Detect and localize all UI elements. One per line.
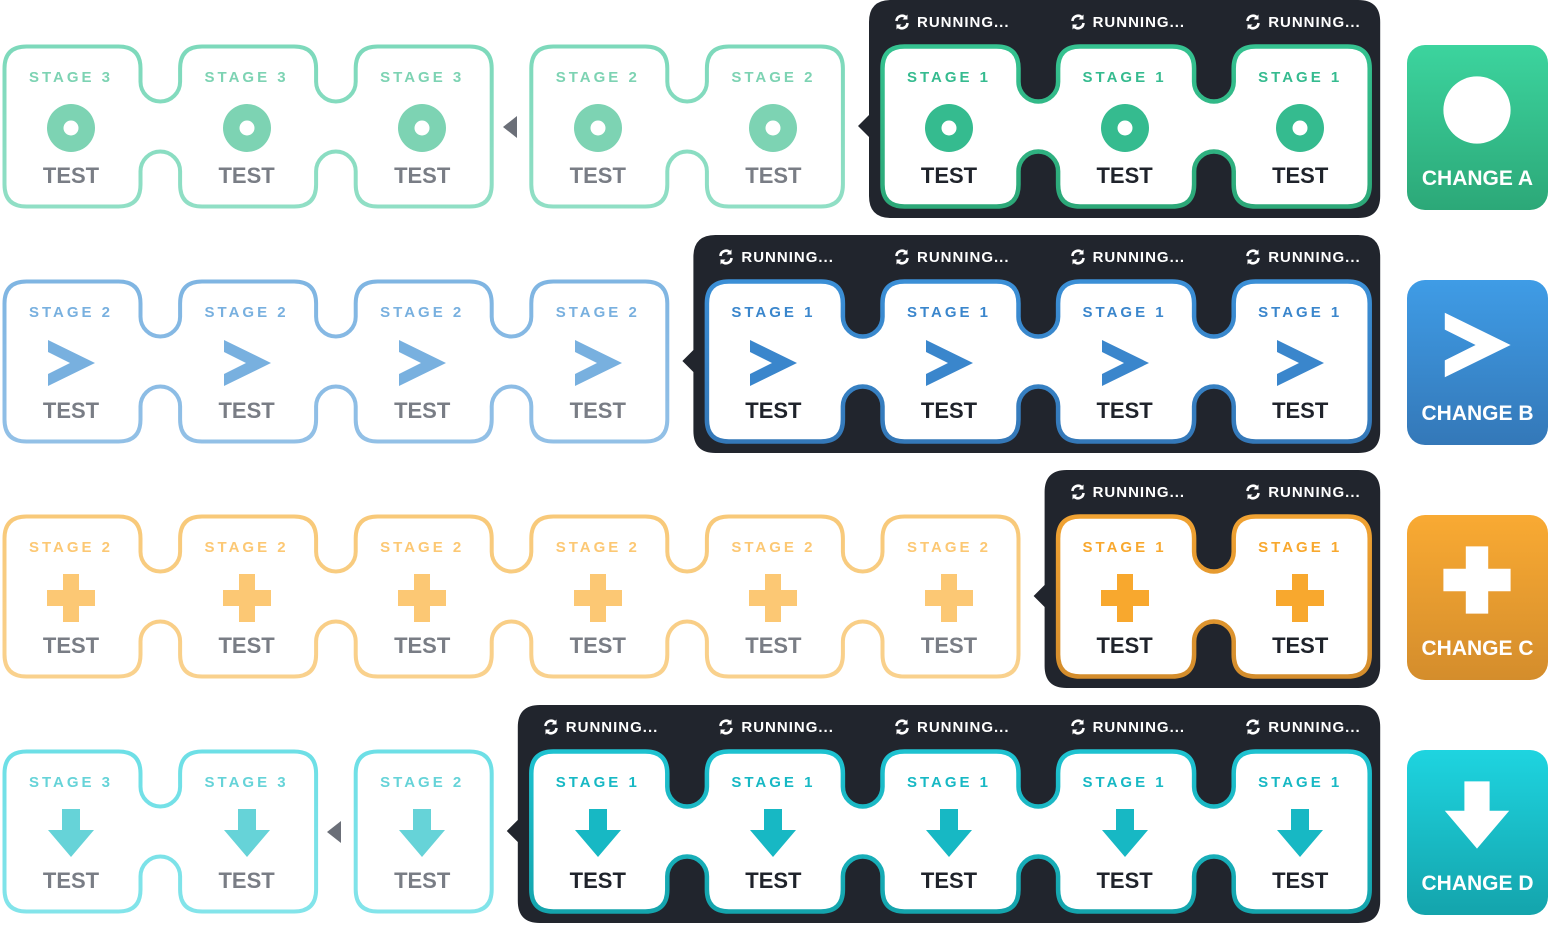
running-stage-tile[interactable]: STAGE 1 TEST xyxy=(1057,750,1193,908)
test-label: TEST xyxy=(394,868,451,893)
stage-tile[interactable]: STAGE 3 TEST xyxy=(179,750,315,908)
stage-label: STAGE 1 xyxy=(731,774,816,791)
pipeline-row-d: STAGE 3 TEST STAGE 3 TEST STAGE 2 TEST STAGE 1… xyxy=(0,0,1549,923)
sync-icon xyxy=(895,719,909,735)
running-status: RUNNING... xyxy=(542,716,659,738)
running-stage-tile[interactable]: STAGE 1 TEST xyxy=(881,750,1017,908)
test-label: TEST xyxy=(569,868,626,893)
stage-label: STAGE 1 xyxy=(906,774,992,791)
sync-icon xyxy=(719,719,734,735)
running-status: RUNNING... xyxy=(1244,716,1361,738)
arrow-down-icon xyxy=(399,809,446,857)
running-stage-tile[interactable]: STAGE 1 TEST xyxy=(1232,750,1368,908)
change-d-button[interactable]: CHANGE D xyxy=(1407,750,1548,915)
test-label: TEST xyxy=(1272,868,1329,893)
arrow-down-icon xyxy=(750,809,797,857)
stage-label: STAGE 2 xyxy=(380,774,465,791)
test-label: TEST xyxy=(42,868,100,893)
arrow-down-icon xyxy=(574,809,621,857)
sync-icon xyxy=(543,719,558,735)
running-status-label: RUNNING... xyxy=(565,718,659,736)
stage-tile[interactable]: STAGE 3 TEST xyxy=(3,750,139,908)
stage-label: STAGE 1 xyxy=(1258,774,1343,791)
running-status: RUNNING... xyxy=(717,716,834,738)
test-label: TEST xyxy=(218,868,275,893)
sync-icon xyxy=(1070,719,1085,735)
running-status-label: RUNNING... xyxy=(1092,718,1186,736)
arrow-down-icon xyxy=(1101,809,1148,857)
sequence-arrow-icon xyxy=(327,821,342,843)
stage-label: STAGE 3 xyxy=(28,774,114,791)
stage-label: STAGE 3 xyxy=(204,774,289,791)
running-stage-tile[interactable]: STAGE 1 TEST xyxy=(530,750,666,908)
running-stage-tile[interactable]: STAGE 1 TEST xyxy=(705,750,841,908)
arrow-down-icon xyxy=(48,809,94,857)
stage-label: STAGE 1 xyxy=(1082,774,1167,791)
running-status-label: RUNNING... xyxy=(917,718,1010,736)
arrow-down-icon xyxy=(1277,809,1324,857)
test-label: TEST xyxy=(920,868,978,893)
change-label: CHANGE D xyxy=(1421,872,1534,895)
stage-label: STAGE 1 xyxy=(555,774,640,791)
sync-icon xyxy=(1246,719,1260,735)
stage-tile[interactable]: STAGE 2 TEST xyxy=(354,750,490,908)
arrow-down-icon xyxy=(223,809,270,857)
test-label: TEST xyxy=(1096,868,1153,893)
arrow-down-icon xyxy=(1444,781,1510,849)
running-status-label: RUNNING... xyxy=(741,718,834,736)
running-status-label: RUNNING... xyxy=(1268,718,1361,736)
test-label: TEST xyxy=(745,868,802,893)
running-status: RUNNING... xyxy=(1069,716,1186,738)
arrow-down-icon xyxy=(926,809,972,857)
running-status: RUNNING... xyxy=(893,716,1010,738)
